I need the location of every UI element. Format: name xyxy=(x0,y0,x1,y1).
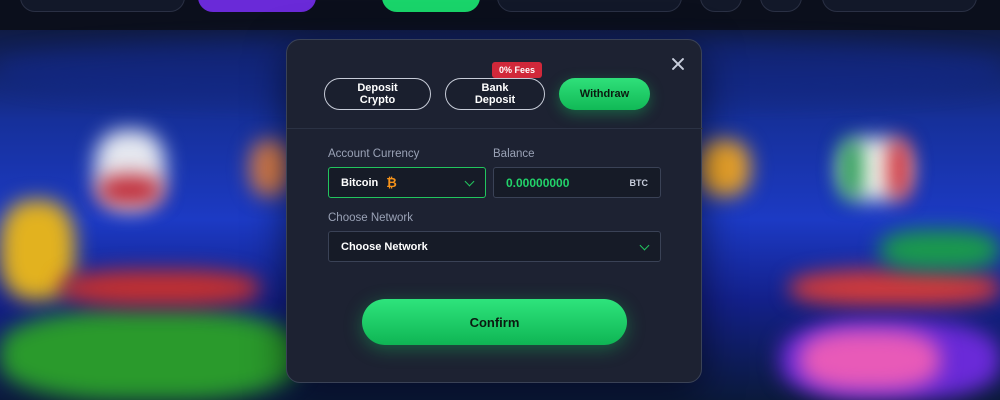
network-value: Choose Network xyxy=(341,240,428,253)
nav-pill xyxy=(497,0,682,12)
currency-value: Bitcoin xyxy=(341,176,379,189)
tab-label: Withdraw xyxy=(579,88,630,100)
balance-field: 0.00000000 BTC xyxy=(493,167,661,198)
balance-value: 0.00000000 xyxy=(506,175,570,190)
nav-pill xyxy=(198,0,316,12)
confirm-button[interactable]: Confirm xyxy=(362,299,627,345)
chevron-down-icon xyxy=(464,176,475,187)
tab-bank-deposit[interactable]: Bank Deposit xyxy=(445,78,545,110)
tab-label: Bank Deposit xyxy=(474,82,516,106)
nav-pill xyxy=(382,0,480,12)
choose-network-label: Choose Network xyxy=(328,212,414,224)
divider xyxy=(287,128,703,129)
account-currency-label: Account Currency xyxy=(328,148,420,160)
network-select[interactable]: Choose Network xyxy=(328,231,661,262)
account-currency-select[interactable]: Bitcoin ₿ xyxy=(328,167,486,198)
tab-label: Deposit Crypto xyxy=(357,82,398,106)
bitcoin-icon: ₿ xyxy=(386,175,397,190)
tab-deposit-crypto[interactable]: Deposit Crypto xyxy=(324,78,431,110)
chevron-down-icon xyxy=(639,240,650,251)
balance-unit: BTC xyxy=(629,177,649,188)
tab-withdraw[interactable]: Withdraw xyxy=(559,78,650,110)
nav-pill xyxy=(20,0,185,12)
nav-pill xyxy=(822,0,977,12)
fees-badge: 0% Fees xyxy=(492,62,543,78)
close-icon[interactable] xyxy=(670,56,686,72)
balance-label: Balance xyxy=(493,148,535,160)
withdraw-modal: Deposit Crypto Bank Deposit 0% Fees With… xyxy=(286,39,703,383)
